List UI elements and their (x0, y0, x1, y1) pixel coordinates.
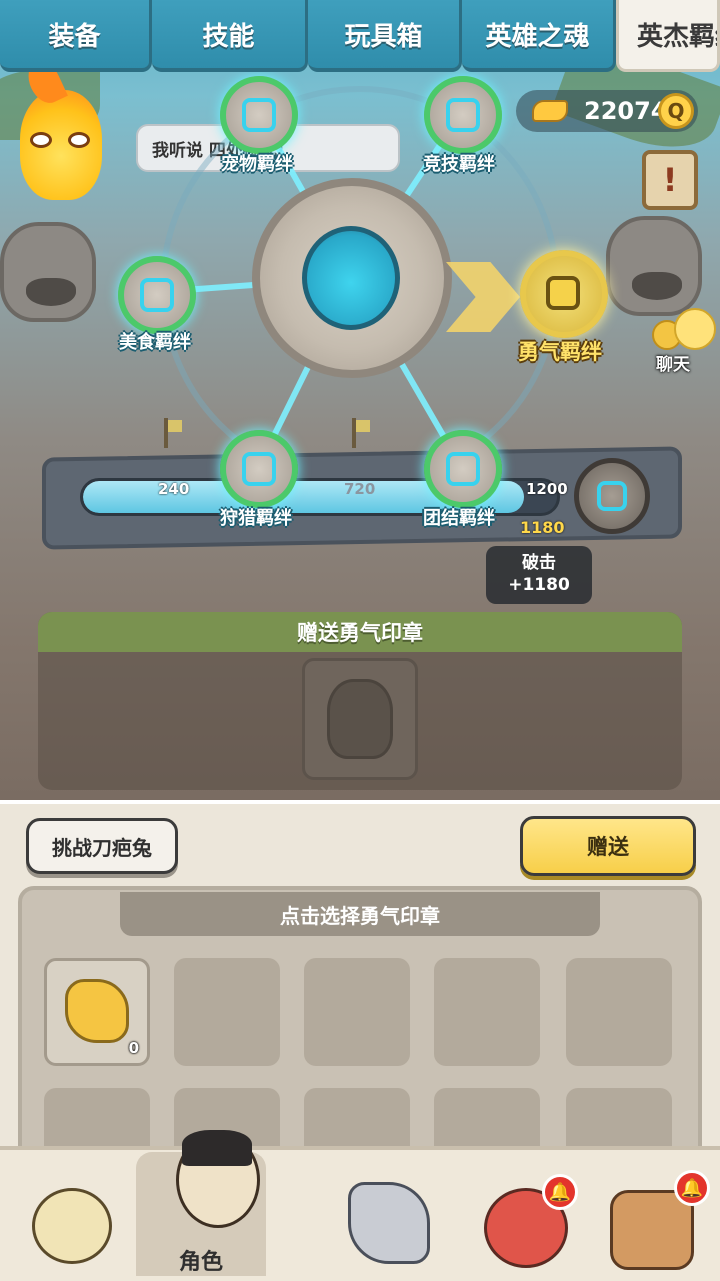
gold-counter: 22074 Q (516, 90, 698, 132)
bond-node-unity[interactable] (424, 430, 502, 508)
courage-seal-icon (65, 979, 129, 1043)
exclamation-icon: ! (662, 161, 678, 199)
milestone-flag-icon (348, 418, 370, 448)
reward-icon (597, 481, 627, 511)
courage-seal-placeholder-icon (327, 679, 393, 759)
nav-item-shop[interactable]: 🔔 (590, 1152, 720, 1276)
nav-item-role[interactable]: 角色 (136, 1130, 266, 1276)
nav-item-pet[interactable]: 🔔 (470, 1152, 600, 1276)
inventory-slot[interactable] (304, 958, 410, 1066)
nav-item-tribe[interactable] (6, 1152, 136, 1276)
inventory-slot[interactable] (434, 958, 540, 1066)
bond-label-pet: 宠物羁绊 (221, 154, 293, 175)
bond-node-arena[interactable] (424, 76, 502, 154)
inventory-slot[interactable] (566, 958, 672, 1066)
inventory-title: 点击选择勇气印章 (120, 892, 600, 936)
send-button[interactable]: 赠送 (520, 816, 696, 876)
soul-core-icon (302, 226, 400, 330)
gift-panel: 赠送勇气印章 (38, 612, 682, 790)
bond-node-pet[interactable] (220, 76, 298, 154)
milestone-flag-icon (160, 418, 182, 448)
search-icon[interactable]: Q (658, 93, 694, 129)
bond-label-food: 美食羁绊 (119, 332, 191, 353)
bond-label-hunt: 狩猎羁绊 (220, 508, 292, 529)
item-count: 0 (128, 1039, 139, 1057)
chat-button[interactable]: 聊天 (650, 308, 716, 378)
tribe-chief-icon (32, 1188, 112, 1264)
tab-toybox[interactable]: 玩具箱 (308, 0, 462, 72)
gold-coin-icon (532, 100, 568, 122)
bond-scene: 我听说 四处捣乱! 宠物羁绊 竞技羁绊 美食羁绊 勇气羁绊 240 720 12… (0, 0, 720, 800)
notice-button[interactable]: ! (642, 150, 698, 210)
bond-node-courage[interactable] (520, 250, 608, 338)
nav-label-role: 角色 (178, 1250, 223, 1275)
hero-hair-icon (182, 1130, 252, 1166)
unity-bond-icon (446, 452, 480, 486)
hunt-bond-icon (242, 452, 276, 486)
gift-panel-title: 赠送勇气印章 (38, 612, 682, 652)
tick-1200: 1200 (526, 480, 568, 498)
tab-hero-bond[interactable]: 英杰羁绊 (616, 0, 720, 72)
bond-label-courage: 勇气羁绊 (518, 340, 602, 364)
notification-bell-icon: 🔔 (674, 1170, 710, 1206)
notification-bell-icon: 🔔 (542, 1174, 578, 1210)
reward-tooltip: 破击 +1180 (486, 546, 592, 604)
tick-720: 720 (344, 480, 376, 498)
gift-slot[interactable] (302, 658, 418, 780)
reward-node[interactable] (574, 458, 650, 534)
gold-amount: 22074 (584, 97, 668, 125)
tab-equipment[interactable]: 装备 (0, 0, 152, 72)
pet-bond-icon (242, 98, 276, 132)
bond-label-arena: 竞技羁绊 (423, 154, 495, 175)
chat-label: 聊天 (656, 355, 690, 375)
courage-bond-icon (546, 276, 580, 310)
inventory-slot[interactable] (174, 958, 280, 1066)
tab-bar: 装备 技能 玩具箱 英雄之魂 英杰羁绊 (0, 0, 720, 72)
tooltip-title: 破击 (522, 553, 556, 573)
tick-240: 240 (158, 480, 190, 498)
current-progress-value: 1180 (520, 518, 565, 537)
sword-icon (348, 1182, 430, 1264)
smiley-icon (674, 308, 716, 350)
arena-bond-icon (446, 98, 480, 132)
bond-node-hunt[interactable] (220, 430, 298, 508)
nav-item-weapon[interactable] (326, 1152, 456, 1276)
inventory-slot[interactable]: 0 (44, 958, 150, 1066)
bond-node-food[interactable] (118, 256, 196, 334)
tab-skills[interactable]: 技能 (152, 0, 308, 72)
tab-hero-soul[interactable]: 英雄之魂 (462, 0, 616, 72)
challenge-scar-rabbit-button[interactable]: 挑战刀疤兔 (26, 818, 178, 874)
bond-label-unity: 团结羁绊 (423, 508, 495, 529)
tooltip-value: +1180 (508, 575, 570, 595)
food-bond-icon (140, 278, 174, 312)
